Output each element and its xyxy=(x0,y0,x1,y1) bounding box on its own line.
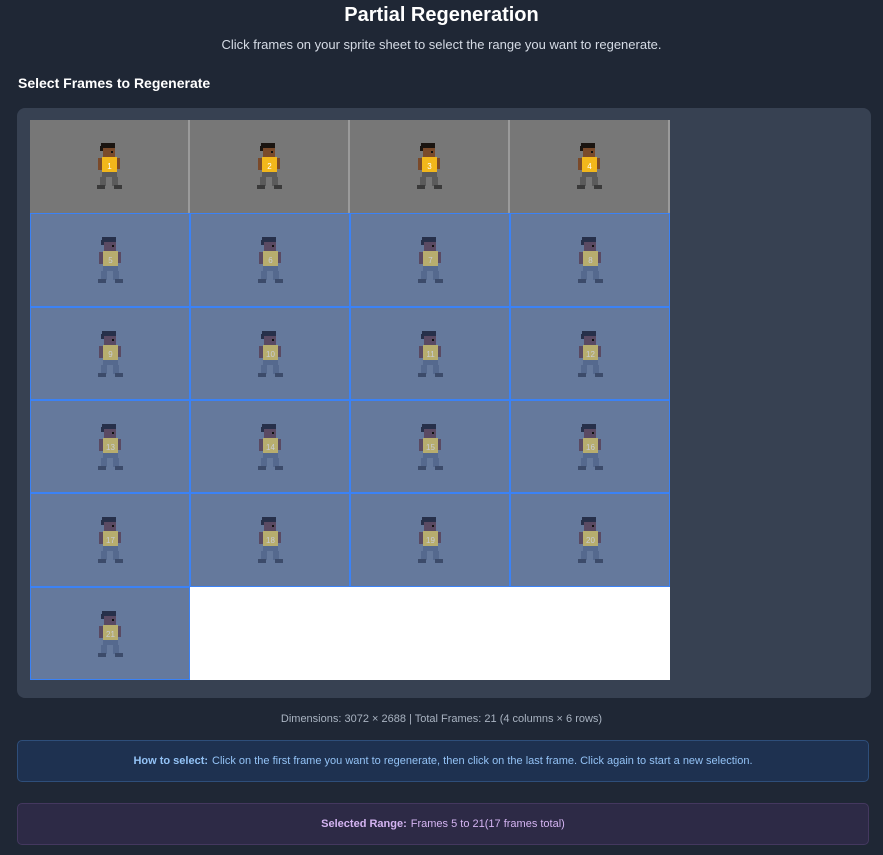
sprite-frame[interactable]: 5 xyxy=(30,213,190,307)
sprite-frame[interactable]: 14 xyxy=(190,400,350,494)
sprite-frame[interactable]: 20 xyxy=(510,493,670,587)
walking-character-icon: 13 xyxy=(98,424,123,470)
frame-number: 19 xyxy=(426,536,435,545)
frame-number: 7 xyxy=(428,256,433,265)
walking-character-icon: 12 xyxy=(578,330,603,377)
sprite-frame[interactable]: 8 xyxy=(510,213,670,307)
frame-number: 9 xyxy=(108,350,113,359)
sprite-frame[interactable]: 2 xyxy=(190,120,350,214)
selected-range-label: Selected Range: xyxy=(321,818,407,830)
frame-number: 11 xyxy=(426,350,435,359)
frame-number: 20 xyxy=(586,536,595,545)
sprite-frame[interactable]: 3 xyxy=(350,120,510,214)
sprite-frame[interactable]: 9 xyxy=(30,306,190,400)
sprite-frame[interactable]: 18 xyxy=(190,493,350,587)
walking-character-icon: 19 xyxy=(418,517,443,564)
frame-number: 15 xyxy=(426,443,435,452)
frame-number: 16 xyxy=(586,443,595,452)
walking-character-icon: 17 xyxy=(98,517,123,564)
frame-number: 18 xyxy=(266,536,275,545)
sprite-frame[interactable]: 16 xyxy=(510,400,670,494)
frame-number: 10 xyxy=(266,350,275,359)
page-subtitle: Click frames on your sprite sheet to sel… xyxy=(221,37,662,52)
frame-number: 1 xyxy=(107,162,112,171)
sprite-frame[interactable]: 11 xyxy=(350,306,510,400)
frame-number: 21 xyxy=(106,630,115,639)
walking-character-icon: 1 xyxy=(97,143,122,189)
walking-character-icon: 4 xyxy=(577,143,602,189)
help-label: How to select: xyxy=(133,755,209,767)
sprite-frame[interactable]: 19 xyxy=(350,493,510,587)
selected-range-value: Frames 5 to 21(17 frames total) xyxy=(410,818,565,830)
sprite-frame[interactable]: 12 xyxy=(510,306,670,400)
section-heading: Select Frames to Regenerate xyxy=(18,75,211,91)
walking-character-icon: 8 xyxy=(578,237,603,284)
walking-character-icon: 16 xyxy=(578,424,603,470)
walking-character-icon: 11 xyxy=(418,330,443,377)
sprite-sheet: 1 2 3 4 5 6 7 8 9 10 11 12 13 14 15 16 17 18 19 20 21 xyxy=(30,120,670,680)
page-title: Partial Regeneration xyxy=(344,4,539,26)
walking-character-icon: 5 xyxy=(98,237,123,284)
walking-character-icon: 21 xyxy=(98,610,123,657)
walking-character-icon: 3 xyxy=(417,143,442,189)
walking-character-icon: 7 xyxy=(418,237,443,284)
walking-character-icon: 2 xyxy=(257,143,282,189)
selected-range-box: Selected Range: Frames 5 to 21(17 frames… xyxy=(17,803,869,845)
walking-character-icon: 14 xyxy=(258,424,283,470)
sprite-frame[interactable]: 21 xyxy=(30,586,190,680)
frame-number: 2 xyxy=(267,162,272,171)
sprite-frame[interactable]: 1 xyxy=(30,120,190,214)
frame-number: 8 xyxy=(588,256,593,265)
sheet-dimensions: Dimensions: 3072 × 2688 | Total Frames: … xyxy=(280,713,603,725)
walking-character-icon: 6 xyxy=(258,237,283,284)
sprite-frame[interactable]: 17 xyxy=(30,493,190,587)
frame-number: 6 xyxy=(268,256,273,265)
frame-number: 14 xyxy=(266,443,275,452)
walking-character-icon: 20 xyxy=(578,517,603,564)
help-text: Click on the first frame you want to reg… xyxy=(212,755,753,767)
frame-number: 12 xyxy=(586,350,595,359)
selection-help-box: How to select: Click on the first frame … xyxy=(17,740,869,782)
sprite-frame[interactable]: 6 xyxy=(190,213,350,307)
walking-character-icon: 9 xyxy=(98,330,123,377)
sprite-frame[interactable]: 4 xyxy=(510,120,670,214)
frame-number: 17 xyxy=(106,536,115,545)
sprite-frame[interactable]: 13 xyxy=(30,400,190,494)
frame-number: 13 xyxy=(106,443,115,452)
frame-number: 5 xyxy=(108,256,113,265)
frame-number: 3 xyxy=(427,162,432,171)
sprite-frame[interactable]: 7 xyxy=(350,213,510,307)
walking-character-icon: 18 xyxy=(258,517,283,564)
frame-number: 4 xyxy=(587,162,592,171)
walking-character-icon: 15 xyxy=(418,424,443,470)
sprite-frame[interactable]: 15 xyxy=(350,400,510,494)
sprite-frame[interactable]: 10 xyxy=(190,306,350,400)
walking-character-icon: 10 xyxy=(258,330,283,377)
